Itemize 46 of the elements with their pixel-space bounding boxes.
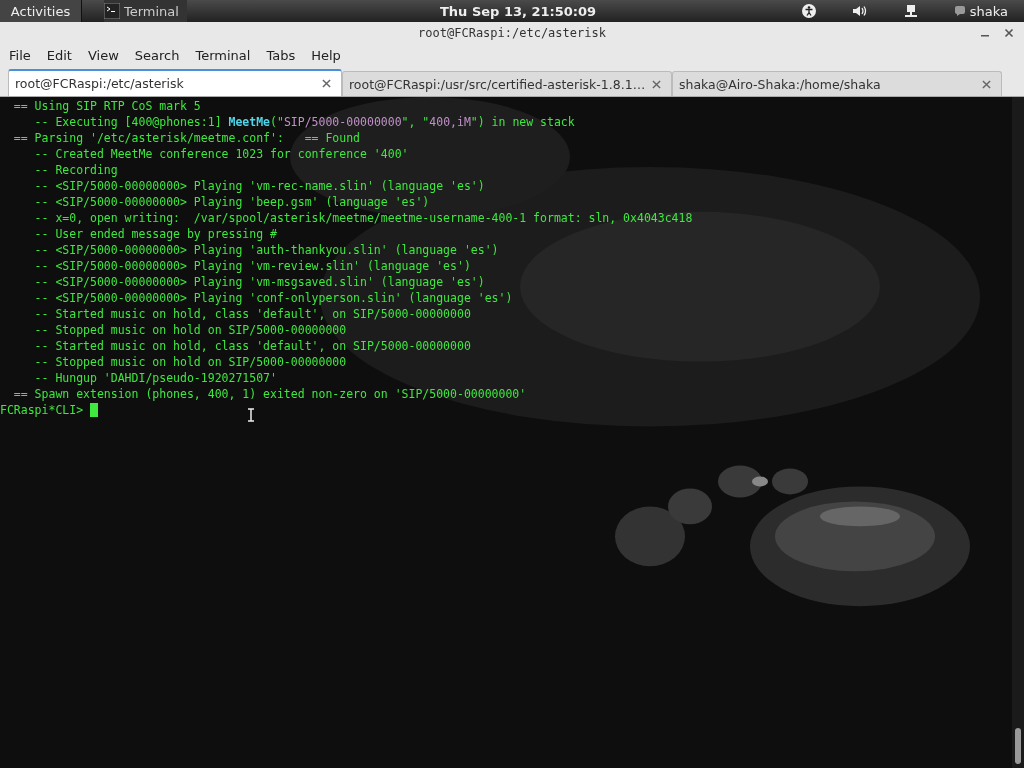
terminal-line: -- <SIP/5000-00000000> Playing 'vm-review.slin' (language 'es') — [33, 258, 471, 274]
terminal-line: -- User ended message by pressing # — [33, 226, 277, 242]
network-icon[interactable] — [903, 4, 918, 18]
text-cursor-icon — [247, 408, 255, 422]
terminal-line: -- Started music on hold, class 'default', on SIP/5000-00000000 — [33, 306, 471, 322]
menu-item[interactable]: Edit — [38, 47, 80, 63]
terminal-line: -- <SIP/5000-00000000> Playing 'vm-msgsaved.slin' (language 'es') — [33, 274, 485, 290]
terminal-line: -- Stopped music on hold on SIP/5000-00000000 — [33, 354, 347, 370]
close-tab-icon[interactable] — [982, 79, 991, 89]
terminal-line: == Spawn extension (phones, 400, 1) exited non-zero on 'SIP/5000-00000000' — [12, 386, 527, 402]
shell-prompt: FCRaspi*CLI> — [0, 402, 85, 418]
volume-icon[interactable] — [851, 4, 868, 18]
terminal-line: -- Created MeetMe conference 1023 for conference '400' — [33, 146, 409, 162]
menu-item[interactable]: Help — [303, 47, 349, 63]
menu-item[interactable]: Search — [126, 47, 188, 63]
terminal-line: -- <SIP/5000-00000000> Playing 'auth-thankyou.slin' (language 'es') — [33, 242, 499, 258]
scrollbar[interactable] — [1012, 97, 1024, 768]
terminal-line: -- Hungup 'DAHDI/pseudo-1920271507' — [33, 370, 277, 386]
terminal-line: -- <SIP/5000-00000000> Playing 'conf-onlyperson.slin' (language 'es') — [33, 290, 513, 306]
user-name[interactable]: shaka — [969, 3, 1008, 19]
menu-item[interactable]: Tabs — [258, 47, 304, 63]
terminal-line: -- x=0, open writing: /var/spool/asterisk/meetme/meetme-username-400-1 format: sln, 0x4043c418 — [33, 210, 693, 226]
chat-icon[interactable] — [953, 5, 966, 17]
terminal-line: -- <SIP/5000-00000000> Playing 'vm-rec-name.slin' (language 'es') — [33, 178, 485, 194]
terminal-icon[interactable] — [104, 3, 120, 19]
tab[interactable]: root@FCRaspi:/etc/asterisk — [8, 69, 342, 96]
terminal-line: -- Started music on hold, class 'default', on SIP/5000-00000000 — [33, 338, 471, 354]
window-title: root@FCRaspi:/etc/asterisk — [418, 26, 606, 40]
clock[interactable]: Thu Sep 13, 21:50:09 — [440, 3, 597, 19]
accessibility-icon[interactable] — [801, 4, 816, 18]
tab[interactable]: shaka@Airo-Shaka:/home/shaka — [672, 71, 1002, 96]
terminal-line: -- Recording — [33, 162, 118, 178]
activities-button[interactable]: Activities — [0, 0, 82, 22]
terminal-line: == Parsing '/etc/asterisk/meetme.conf': == Found — [12, 130, 361, 146]
terminal-line: == Using SIP RTP CoS mark 5 — [12, 98, 201, 114]
close-tab-icon[interactable] — [652, 79, 661, 89]
terminal-line: -- <SIP/5000-00000000> Playing 'beep.gsm' (language 'es') — [33, 194, 430, 210]
close-tab-icon[interactable] — [322, 79, 331, 88]
terminal-line: -- Executing [400@phones:1] MeetMe("SIP/5000-00000000", "400,iM") in new stack — [33, 114, 575, 130]
tab[interactable]: root@FCRaspi:/usr/src/certified-asterisk-1.8.1… — [342, 71, 672, 96]
menu-item[interactable]: View — [79, 47, 127, 63]
menu-item[interactable]: File — [1, 47, 39, 63]
menu-item[interactable]: Terminal — [187, 47, 259, 63]
close-icon[interactable] — [1004, 28, 1014, 38]
text-cursor — [90, 403, 98, 417]
terminal-line: -- Stopped music on hold on SIP/5000-00000000 — [33, 322, 347, 338]
